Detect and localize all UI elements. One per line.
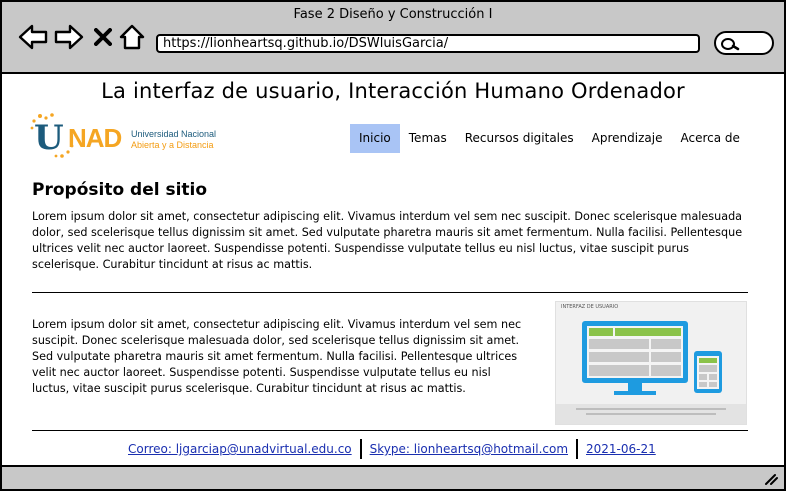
close-icon[interactable] — [94, 28, 112, 46]
logo-university-subtitle: Abierta y a Distancia — [131, 140, 214, 150]
interface-illustration: INTERFAZ DE USUARIO — [555, 301, 747, 425]
footer-email-link[interactable]: Correo: ljgarciap@unadvirtual.edu.co — [120, 442, 360, 456]
menu-item-aprendizaje[interactable]: Aprendizaje — [583, 124, 672, 153]
menu-item-temas[interactable]: Temas — [400, 124, 456, 153]
page-title: La interfaz de usuario, Interacción Huma… — [101, 79, 685, 103]
main-menu: Inicio Temas Recursos digitales Aprendiz… — [350, 124, 749, 153]
footer-skype-link[interactable]: Skype: lionheartsq@hotmail.com — [362, 442, 576, 456]
illustration-footer — [556, 404, 746, 424]
window-title: Fase 2 Diseño y Construcción I — [293, 7, 493, 22]
section-title: Propósito del sitio — [32, 180, 208, 200]
search-icon — [721, 38, 740, 51]
menu-item-acerca-de[interactable]: Acerca de — [671, 124, 748, 153]
resize-grip-icon[interactable] — [764, 473, 778, 485]
desktop-and-tablet-icon — [582, 321, 722, 395]
intro-paragraph: Lorem ipsum dolor sit amet, consectetur … — [32, 210, 743, 271]
address-bar[interactable]: https://lionheartsq.github.io/DSWluisGar… — [156, 34, 700, 53]
divider — [32, 430, 748, 431]
unad-logo[interactable]: U NAD Universidad Nacional Abierta y a D… — [30, 112, 230, 162]
divider — [32, 292, 748, 293]
logo-university-name: Universidad Nacional — [131, 129, 217, 139]
menu-item-recursos-digitales[interactable]: Recursos digitales — [456, 124, 583, 153]
home-icon[interactable] — [119, 24, 145, 50]
status-bar — [2, 465, 784, 489]
logo-letter-u: U — [34, 118, 64, 158]
back-arrow-icon[interactable] — [18, 24, 48, 50]
footer: Correo: ljgarciap@unadvirtual.edu.co Sky… — [120, 438, 664, 460]
logo-letters-nad: NAD — [68, 123, 122, 153]
footer-date-link[interactable]: 2021-06-21 — [578, 442, 664, 456]
menu-item-inicio[interactable]: Inicio — [350, 124, 400, 153]
forward-arrow-icon[interactable] — [54, 24, 84, 50]
search-input[interactable] — [714, 31, 774, 55]
browser-chrome: Fase 2 Diseño y Construcción I https://l… — [2, 2, 784, 74]
illustration-caption: INTERFAZ DE USUARIO — [561, 304, 619, 310]
body-paragraph: Lorem ipsum dolor sit amet, consectetur … — [32, 318, 522, 395]
browser-window: Fase 2 Diseño y Construcción I https://l… — [0, 0, 786, 491]
